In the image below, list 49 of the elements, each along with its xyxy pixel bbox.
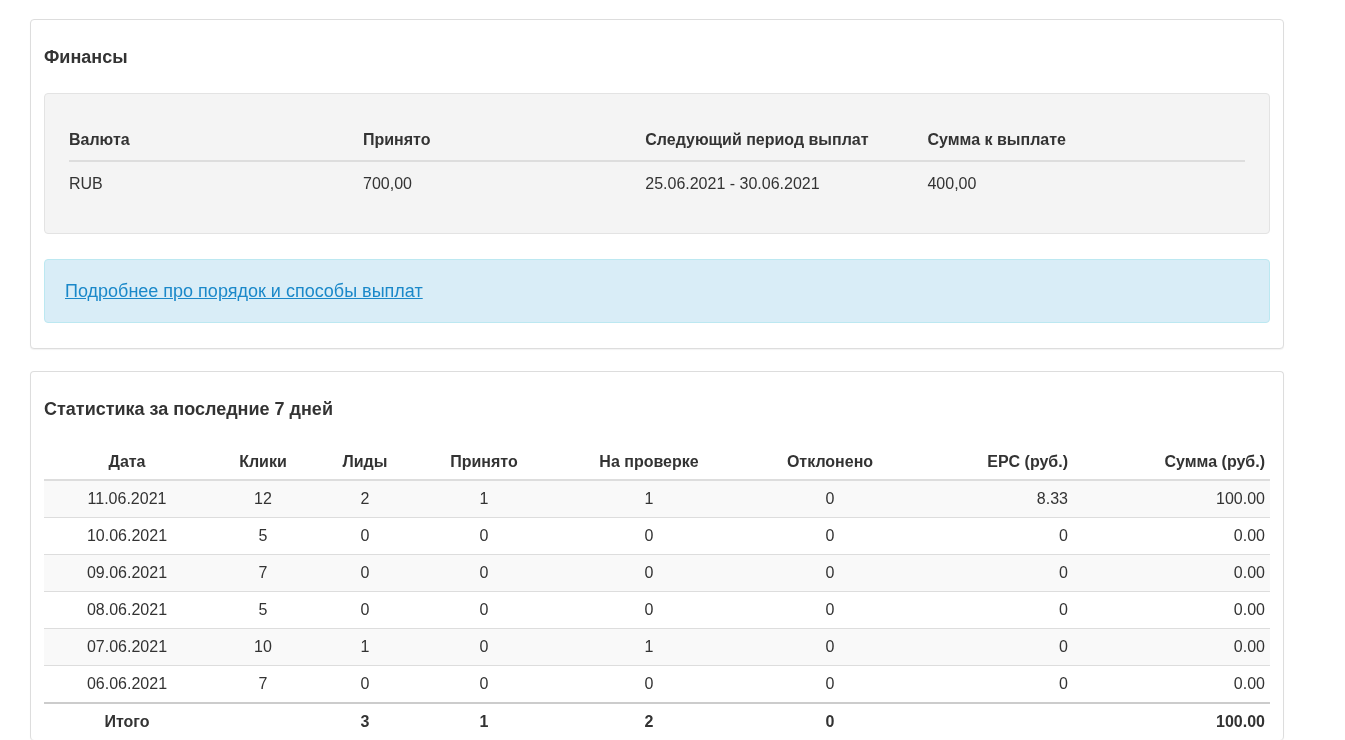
table-cell: 0 [916,554,1073,592]
table-cell: 400,00 [927,161,1245,209]
table-cell: RUB [69,161,363,209]
total-cell: 3 [360,713,370,730]
total-cell: 1 [479,713,489,730]
table-cell: 0 [744,554,916,592]
table-cell: 0.00 [1073,665,1270,703]
column-header: Принято [363,119,646,161]
card-title: Финансы [44,46,129,69]
total-cell: Итого [104,713,150,730]
table-cell: 8.33 [916,480,1073,518]
table-cell: 0 [916,628,1073,666]
table-cell: 09.06.2021 [44,554,210,592]
table-cell: 0 [554,554,744,592]
table-cell: 0 [744,628,916,666]
table-cell: 1 [316,628,414,666]
table-cell: 1 [414,480,554,518]
table-cell: 0 [744,480,916,518]
table-cell: 7 [210,665,316,703]
table-cell: 0.00 [1073,628,1270,666]
table-cell: 0 [916,665,1073,703]
payout-info-link[interactable]: Подробнее про порядок и способы выплат [65,281,423,301]
table-cell: 25.06.2021 - 30.06.2021 [645,161,928,209]
table-cell: 0 [744,665,916,703]
table-cell: 12 [210,480,316,518]
table-cell: 2 [316,480,414,518]
table-cell: 700,00 [363,161,646,209]
table-cell: 10 [210,628,316,666]
table-cell: 11.06.2021 [44,480,210,518]
table-cell: 0 [414,665,554,703]
table-cell: 0 [316,554,414,592]
table-cell: 0 [316,665,414,703]
column-header: Следующий период выплат [645,119,928,161]
table-cell: 100.00 [1073,480,1270,518]
table-cell: 0 [554,665,744,703]
table-cell: 0 [414,628,554,666]
card-title: Статистика за последние 7 дней [44,398,334,421]
table-cell: 7 [210,554,316,592]
total-cell: 100.00 [1216,713,1265,730]
total-cell: 2 [644,713,654,730]
table-cell: 06.06.2021 [44,665,210,703]
table-cell: 1 [554,480,744,518]
table-cell: 07.06.2021 [44,628,210,666]
table-cell: 1 [554,628,744,666]
column-header: Валюта [69,119,363,161]
column-header: Сумма к выплате [927,119,1245,161]
table-cell: 0 [414,554,554,592]
table-cell: 0.00 [1073,554,1270,592]
total-cell: 0 [825,713,835,730]
